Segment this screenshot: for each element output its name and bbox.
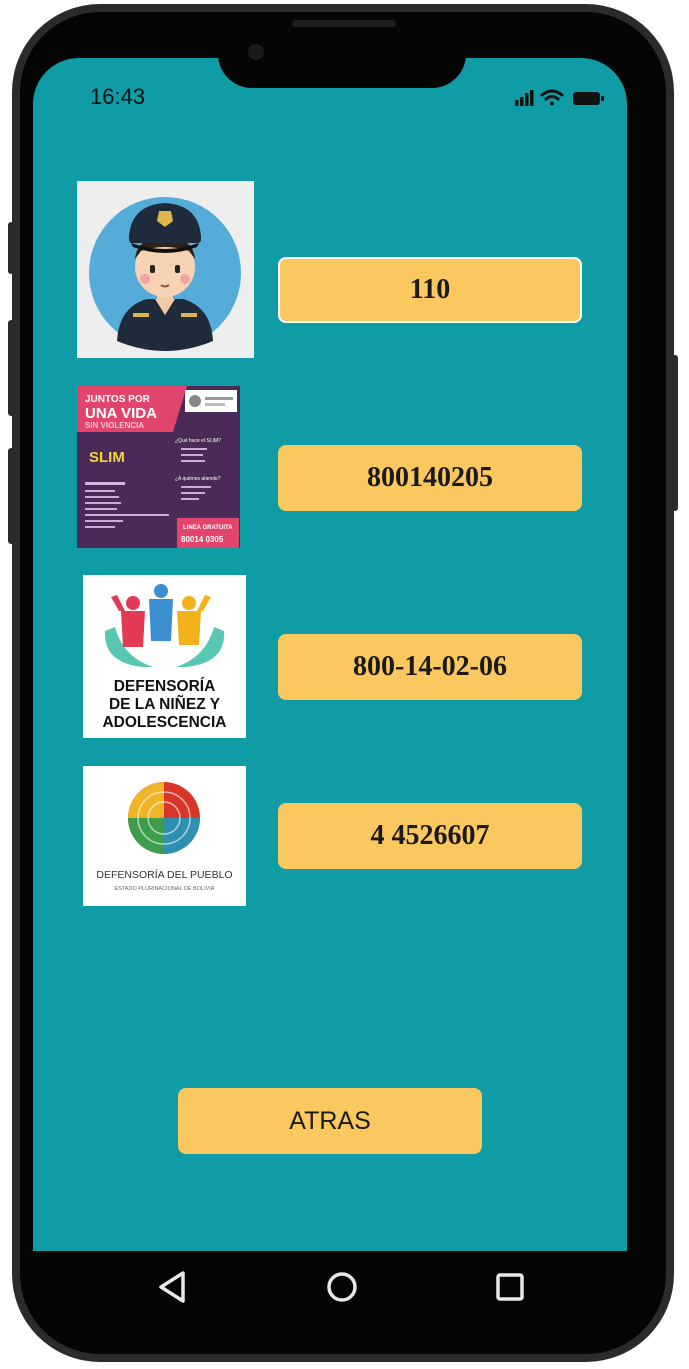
logo-pueblo-subtext: ESTADO PLURINACIONAL DE BOLIVIA — [115, 886, 215, 892]
call-button-slim[interactable]: 800140205 — [278, 445, 582, 511]
poster-hotline-label: LINEA GRATUITA — [183, 525, 233, 531]
logo-text-line-3: ADOLESCENCIA — [102, 714, 226, 731]
silent-switch — [8, 448, 14, 544]
poster-heading-1: JUNTOS POR — [85, 394, 151, 405]
call-button-police[interactable]: 110 — [278, 257, 582, 323]
poster-question-1: ¿Qué hace el SLIM? — [175, 438, 221, 444]
poster-question-2: ¿A quiénes atiende? — [175, 476, 221, 482]
wifi-icon — [540, 89, 564, 106]
call-button-defensoria-ninez[interactable]: 800-14-02-06 — [278, 634, 582, 700]
front-camera — [248, 44, 264, 60]
poster-heading-3: SIN VIOLENCIA — [85, 421, 144, 430]
system-nav-bar — [33, 1251, 627, 1325]
battery-icon — [573, 92, 604, 105]
police-officer-avatar — [77, 181, 254, 358]
recents-square-icon[interactable] — [488, 1265, 532, 1309]
poster-program: SLIM — [89, 449, 125, 466]
status-time: 16:43 — [90, 84, 146, 109]
back-button[interactable]: ATRAS — [178, 1088, 482, 1154]
slim-poster: JUNTOS POR UNA VIDA SIN VIOLENCIA SLIM ¿… — [77, 386, 240, 548]
power-button — [672, 355, 678, 511]
volume-down-button — [8, 320, 14, 416]
signal-icon — [515, 90, 534, 106]
call-button-defensoria-pueblo[interactable]: 4 4526607 — [278, 803, 582, 869]
defensoria-ninez-logo: DEFENSORÍA DE LA NIÑEZ Y ADOLESCENCIA — [83, 575, 246, 738]
speaker-grille — [292, 20, 396, 27]
back-triangle-icon[interactable] — [151, 1265, 195, 1309]
logo-text-line-1: DEFENSORÍA — [114, 678, 216, 695]
poster-hotline-number: 80014 0305 — [181, 535, 224, 544]
home-circle-icon[interactable] — [320, 1265, 364, 1309]
poster-heading-2: UNA VIDA — [85, 405, 157, 422]
logo-pueblo-text: DEFENSORÍA DEL PUEBLO — [96, 868, 232, 881]
volume-up-button — [8, 222, 14, 274]
logo-text-line-2: DE LA NIÑEZ Y — [109, 695, 221, 713]
defensoria-pueblo-logo: DEFENSORÍA DEL PUEBLO ESTADO PLURINACION… — [83, 766, 246, 906]
status-icons — [515, 89, 604, 106]
